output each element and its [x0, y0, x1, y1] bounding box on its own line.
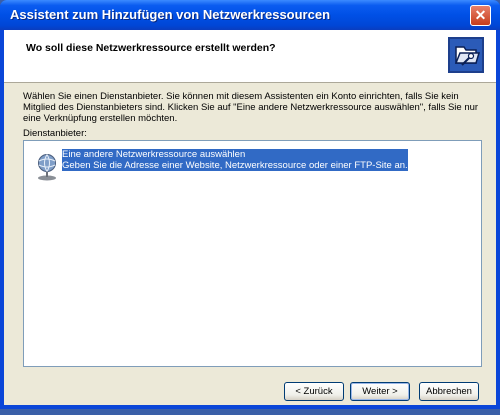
- desktop-background: [0, 409, 500, 415]
- provider-subtitle: Geben Sie die Adresse einer Website, Net…: [62, 160, 408, 171]
- provider-listbox[interactable]: Eine andere Netzwerkressource auswählen …: [23, 140, 482, 367]
- wizard-description: Wählen Sie einen Dienstanbieter. Sie kön…: [23, 91, 479, 124]
- page-title: Wo soll diese Netzwerkressource erstellt…: [26, 42, 276, 54]
- provider-title: Eine andere Netzwerkressource auswählen: [62, 149, 408, 160]
- cancel-button[interactable]: Abbrechen: [419, 382, 479, 401]
- wizard-window: Assistent zum Hinzufügen von Netzwerkres…: [0, 0, 500, 409]
- wizard-header: Wo soll diese Netzwerkressource erstellt…: [4, 30, 496, 83]
- next-button[interactable]: Weiter >: [350, 382, 410, 401]
- provider-text: Eine andere Netzwerkressource auswählen …: [62, 149, 408, 171]
- provider-list-label: Dienstanbieter:: [23, 128, 87, 139]
- title-bar[interactable]: Assistent zum Hinzufügen von Netzwerkres…: [0, 0, 500, 30]
- close-button[interactable]: ✕: [470, 5, 491, 26]
- list-item[interactable]: Eine andere Netzwerkressource auswählen …: [32, 149, 412, 183]
- window-title: Assistent zum Hinzufügen von Netzwerkres…: [10, 7, 331, 22]
- close-icon: ✕: [474, 7, 487, 23]
- network-globe-icon: [38, 154, 56, 181]
- network-folder-icon: [448, 37, 484, 73]
- wizard-client-area: Wo soll diese Netzwerkressource erstellt…: [4, 30, 496, 405]
- back-button[interactable]: < Zurück: [284, 382, 344, 401]
